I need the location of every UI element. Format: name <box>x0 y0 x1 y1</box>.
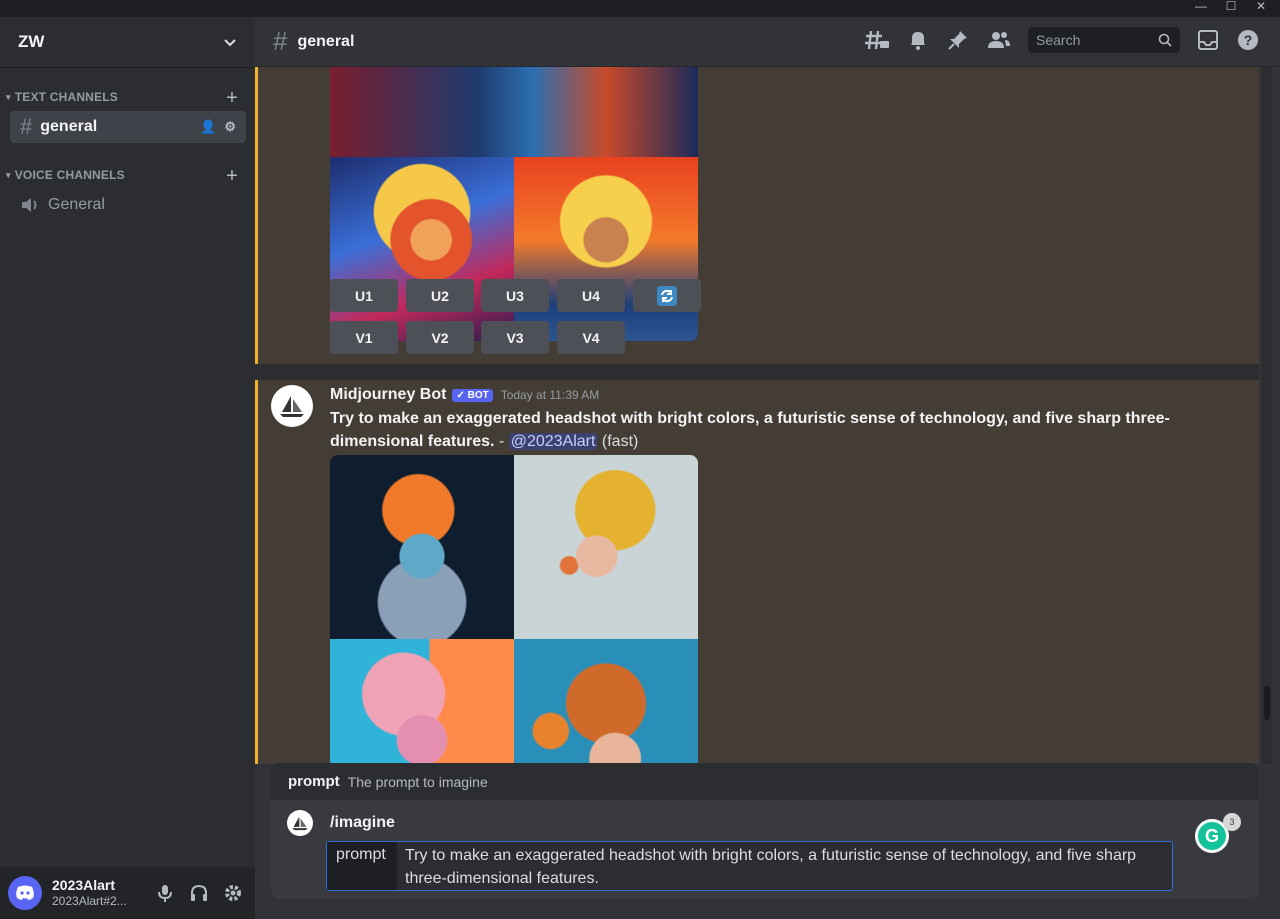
hash-icon: # <box>273 26 288 56</box>
sailboat-icon <box>292 816 308 831</box>
settings-gear-icon[interactable] <box>223 883 243 903</box>
prompt-input[interactable]: prompt Try to make an exaggerated headsh… <box>326 841 1173 891</box>
command-app-avatar <box>287 810 313 836</box>
category-label: VOICE CHANNELS <box>14 168 125 182</box>
image-tile-1 <box>330 455 514 639</box>
image-grid[interactable] <box>330 455 698 764</box>
image-tile-top <box>330 67 698 157</box>
u4-button[interactable]: U4 <box>557 279 625 312</box>
slash-command-name: /imagine <box>330 814 395 831</box>
reroll-button[interactable] <box>633 279 701 312</box>
user-mention[interactable]: @2023Alart <box>508 433 598 450</box>
close-button[interactable]: ✕ <box>1246 0 1276 17</box>
image-tile-2 <box>514 455 698 639</box>
caret-down-icon: ▾ <box>6 169 11 180</box>
search-input[interactable]: Search <box>1028 27 1180 53</box>
server-name: ZW <box>18 32 45 51</box>
v1-button[interactable]: V1 <box>330 321 398 354</box>
scrollbar-thumb[interactable] <box>1264 686 1270 720</box>
server-header[interactable]: ZW <box>0 17 255 68</box>
speaker-icon <box>22 198 37 212</box>
user-panel: 2023Alart 2023Alart#2... <box>0 867 255 919</box>
message-separator: - <box>494 433 509 450</box>
v2-button[interactable]: V2 <box>406 321 474 354</box>
channel-title: general <box>297 32 355 50</box>
image-tile-1 <box>330 157 514 341</box>
username: 2023Alart <box>52 877 116 893</box>
option-description: The prompt to imagine <box>347 773 488 790</box>
headphones-icon[interactable] <box>189 883 209 903</box>
image-tile-4 <box>514 639 698 764</box>
pin-icon[interactable] <box>946 28 970 52</box>
chevron-down-icon <box>224 39 236 47</box>
command-option-hint: prompt The prompt to imagine <box>271 763 1259 800</box>
microphone-icon[interactable] <box>155 883 175 903</box>
message-composer: prompt The prompt to imagine /imagine pr… <box>271 763 1259 899</box>
message-author[interactable]: Midjourney Bot <box>330 386 446 404</box>
refresh-icon <box>657 285 677 306</box>
message-divider <box>255 364 1259 380</box>
add-channel-icon[interactable]: + <box>226 165 238 188</box>
voice-channel-general[interactable]: General <box>10 189 246 221</box>
gear-icon[interactable]: ⚙ <box>224 119 236 135</box>
discord-logo-icon <box>16 885 34 900</box>
members-icon[interactable] <box>986 28 1012 52</box>
image-tile-3 <box>330 639 514 764</box>
bot-badge: ✓ BOT <box>452 388 493 402</box>
svg-text:?: ? <box>1244 32 1253 48</box>
voice-channels-category[interactable]: ▾ VOICE CHANNELS + <box>6 165 242 187</box>
u3-button[interactable]: U3 <box>481 279 549 312</box>
invite-icon[interactable]: 👤 <box>200 119 216 135</box>
sailboat-icon <box>280 396 304 417</box>
category-label: TEXT CHANNELS <box>14 90 118 104</box>
param-value[interactable]: Try to make an exaggerated headshot with… <box>397 842 1172 890</box>
v3-button[interactable]: V3 <box>481 321 549 354</box>
generation-mode: (fast) <box>601 433 639 450</box>
inbox-icon[interactable] <box>1196 28 1220 52</box>
channel-header: # general Search ? <box>255 17 1280 67</box>
minimize-button[interactable]: — <box>1186 0 1216 17</box>
add-channel-icon[interactable]: + <box>226 87 238 110</box>
hash-icon: # <box>20 114 33 139</box>
message-content: Try to make an exaggerated headshot with… <box>330 407 1230 453</box>
maximize-button[interactable]: ☐ <box>1216 0 1246 17</box>
search-placeholder: Search <box>1036 32 1081 48</box>
channel-label: general <box>40 118 98 135</box>
channel-label: General <box>48 196 105 213</box>
bell-icon[interactable] <box>906 28 930 52</box>
message-prompt: Try to make an exaggerated headshot with… <box>330 410 1170 450</box>
grammarly-badge: 3 <box>1223 813 1241 831</box>
midjourney-avatar[interactable] <box>271 385 313 427</box>
threads-icon[interactable] <box>864 28 890 52</box>
param-key: prompt <box>327 842 397 890</box>
channel-sidebar: ZW ▾ TEXT CHANNELS + # general 👤 ⚙ ▾ VOI… <box>0 17 255 919</box>
option-name: prompt <box>288 773 340 790</box>
user-tag: 2023Alart#2... <box>52 894 127 908</box>
caret-down-icon: ▾ <box>6 91 11 102</box>
help-icon[interactable]: ? <box>1236 28 1260 52</box>
message-timestamp: Today at 11:39 AM <box>500 388 600 402</box>
u1-button[interactable]: U1 <box>330 279 398 312</box>
channel-item-general[interactable]: # general 👤 ⚙ <box>10 111 246 143</box>
message-scrollbar[interactable] <box>1262 67 1272 764</box>
u2-button[interactable]: U2 <box>406 279 474 312</box>
image-tile-2 <box>514 157 698 341</box>
v4-button[interactable]: V4 <box>557 321 625 354</box>
message-list[interactable]: U1 U2 U3 U4 V1 V2 V3 V4 Midjourney Bot ✓… <box>255 67 1259 764</box>
avatar[interactable] <box>8 876 42 910</box>
window-titlebar: — ☐ ✕ <box>0 0 1280 17</box>
text-channels-category[interactable]: ▾ TEXT CHANNELS + <box>6 87 242 109</box>
search-icon <box>1158 33 1172 47</box>
